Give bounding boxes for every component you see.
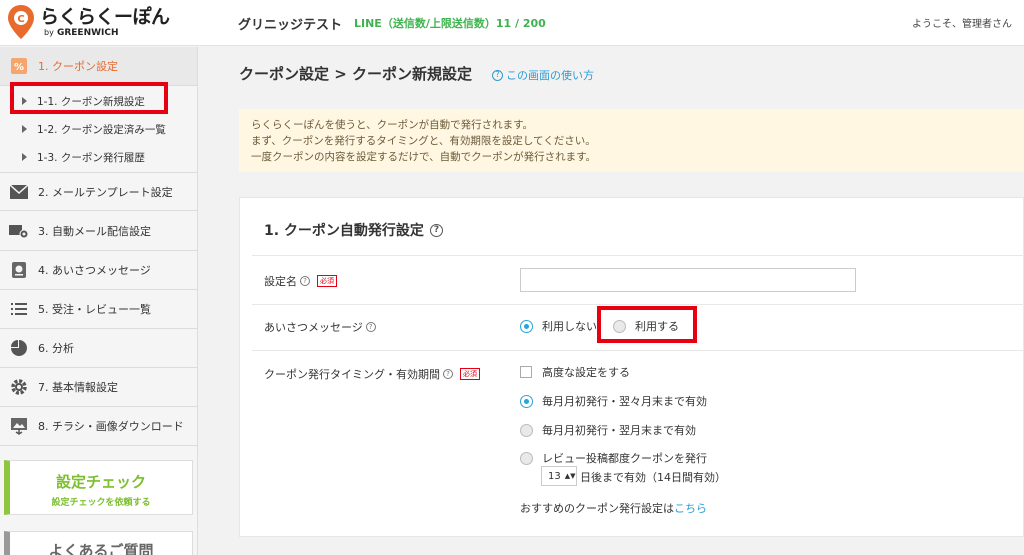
question-circle-icon: ? [492,69,503,81]
sidebar-item-auto-mail[interactable]: 3. 自動メール配信設定 [0,212,197,251]
greeting-label: あいさつメッセージ ? [264,319,379,335]
info-notice: らくらくーぽんを使うと、クーポンが自動で発行されます。 まず、クーポンを発行する… [239,109,1024,172]
sidebar-item-greeting[interactable]: 4. あいさつメッセージ [0,251,197,290]
image-download-icon [9,416,29,436]
notice-line: 一度クーポンの内容を設定するだけで、自動でクーポンが発行されます。 [251,151,597,163]
notice-line: らくらくーぽんを使うと、クーポンが自動で発行されます。 [251,119,534,131]
list-icon [9,299,29,319]
panel-title: 1. クーポン自動発行設定 ? [264,220,446,240]
setting-name-input[interactable] [520,268,856,292]
help-link[interactable]: ? この画面の使い方 [492,67,594,83]
sidebar-item-label: 5. 受注・レビュー一覧 [38,303,151,316]
greeting-card-icon [9,260,29,280]
radio-selected[interactable] [520,319,533,333]
sidebar-subitem-coupon-list[interactable]: 1-2. クーポン設定済み一覧 [0,115,197,143]
sidebar-item-flyer-download[interactable]: 8. チラシ・画像ダウンロード [0,407,197,446]
logo[interactable]: C らくらくーぽん by GREENWICH [6,4,170,40]
recommendation-link[interactable]: こちら [674,502,707,515]
question-circle-icon[interactable]: ? [300,276,310,286]
timing-option-1[interactable]: 毎月月初発行・翌々月末まで有効 [520,393,707,409]
settings-check-subtitle: 設定チェックを依頼する [51,498,151,508]
sidebar-item-label: 1. クーポン設定 [38,60,118,73]
logo-title: らくらくーぽん [40,6,170,28]
sidebar-item-label: 6. 分析 [38,342,74,355]
greeting-off-radio[interactable]: 利用しない [520,318,597,334]
sidebar-subitem-label: 1-3. クーポン発行履歴 [37,151,145,164]
question-circle-icon[interactable]: ? [365,322,376,332]
notice-line: まず、クーポンを発行するタイミングと、有効期限を設定してください。 [251,135,596,147]
logo-byline: by GREENWICH [44,28,119,38]
sidebar-item-mail-template[interactable]: 2. メールテンプレート設定 [0,172,197,211]
days-stepper[interactable]: 13 ▲▼ [541,466,577,486]
sidebar-item-label: 8. チラシ・画像ダウンロード [38,420,184,433]
svg-text:C: C [17,14,24,25]
timing-option-2[interactable]: 毎月月初発行・翌月末まで有効 [520,422,696,438]
main-content: クーポン設定 > クーポン新規設定 ? この画面の使い方 らくらくーぽんを使うと… [199,47,1024,555]
question-circle-icon[interactable]: ? [443,369,453,379]
sidebar-item-label: 3. 自動メール配信設定 [38,225,151,238]
recommendation-text: おすすめのクーポン発行設定はこちら [520,502,707,515]
required-badge: 必須 [317,275,337,287]
timing-option-3[interactable]: レビュー投稿都度クーポンを発行 [520,450,707,466]
settings-check-title: 設定チェック [55,473,146,491]
checkbox[interactable] [520,366,532,378]
radio-unselected[interactable] [520,423,533,437]
faq-button[interactable]: よくあるご質問 [4,531,193,555]
pie-chart-icon [9,338,29,358]
logo-pin-icon: C [8,5,34,39]
shop-name: グリニッジテスト [238,18,343,33]
divider [252,255,1024,256]
sidebar-item-basic-info[interactable]: 7. 基本情報設定 [0,368,197,407]
sidebar-item-label: 2. メールテンプレート設定 [38,185,173,199]
app-header: C らくらくーぽん by GREENWICH グリニッジテスト LINE（送信数… [0,0,1024,46]
coupon-percent-icon: % [9,56,29,76]
sidebar-item-coupon-settings[interactable]: % 1. クーポン設定 [0,47,197,86]
stepper-arrows-icon[interactable]: ▲▼ [565,472,576,480]
advanced-settings-checkbox[interactable]: 高度な設定をする [520,364,630,380]
help-link-text: この画面の使い方 [506,69,594,82]
divider [252,350,1024,351]
sidebar-item-orders-reviews[interactable]: 5. 受注・レビュー一覧 [0,290,197,329]
sidebar-item-label: 4. あいさつメッセージ [38,264,151,277]
sidebar-subitem-coupon-history[interactable]: 1-3. クーポン発行履歴 [0,143,197,171]
svg-text:%: % [14,62,24,73]
caret-right-icon [22,153,27,161]
line-send-count: LINE（送信数/上限送信数）11 / 200 [354,17,546,30]
radio-unselected[interactable] [520,451,533,465]
days-suffix: 日後まで有効（14日間有効） [580,471,726,484]
envelope-icon [9,182,29,202]
caret-right-icon [22,125,27,133]
highlight-box [597,306,697,343]
setting-name-label: 設定名 ? 必須 [264,273,337,289]
page-title: クーポン設定 > クーポン新規設定 [239,65,473,83]
sidebar: % 1. クーポン設定 1-1. クーポン新規設定 1-2. クーポン設定済み一… [0,47,198,555]
timing-label: クーポン発行タイミング・有効期間 ? 必須 [264,366,480,382]
sidebar-item-label: 7. 基本情報設定 [38,381,118,394]
divider [252,304,1024,305]
auto-issue-settings-panel: 1. クーポン自動発行設定 ? 設定名 ? 必須 あいさつメッセージ ? 利用し… [239,197,1024,537]
highlight-box [10,82,168,114]
welcome-text: ようこそ、管理者さん [912,19,1012,30]
sidebar-subitem-label: 1-2. クーポン設定済み一覧 [37,123,166,136]
settings-check-button[interactable]: 設定チェック 設定チェックを依頼する [4,460,193,515]
mail-gear-icon [9,221,29,241]
question-circle-icon[interactable]: ? [429,223,443,237]
sidebar-item-analysis[interactable]: 6. 分析 [0,329,197,368]
gear-icon [9,377,29,397]
faq-title: よくあるご質問 [48,542,154,555]
required-badge: 必須 [460,368,480,380]
radio-selected[interactable] [520,394,533,408]
